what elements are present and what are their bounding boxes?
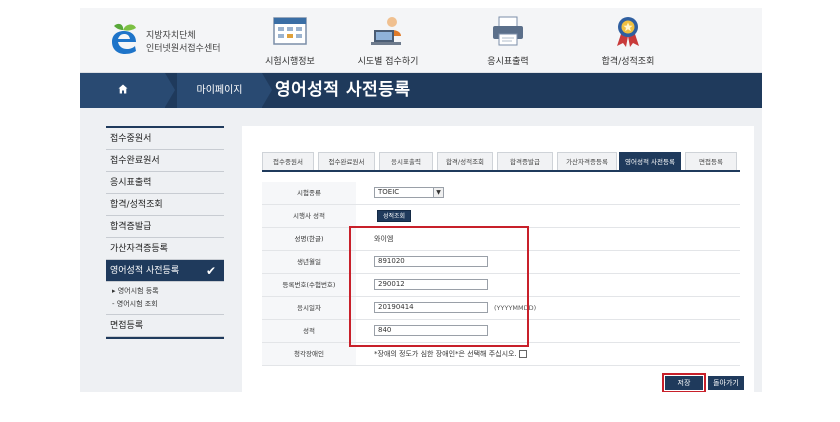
highlight-box [349,226,529,347]
exam-score-label: 시행사 성적 [262,205,356,227]
score-label: 성적 [262,320,356,342]
breadcrumb-separator [165,73,175,107]
regno-label: 등록번호(수험번호) [262,274,356,296]
site-header: 지방자치단체 인터넷원서접수센터 시험시행정보 시도별 접수하기 응시표출력 합… [80,8,762,73]
home-button[interactable] [80,73,165,108]
main-panel: 접수중원서 접수완료원서 응시표출력 합격/성적조회 합격증발급 가산자격증등록… [242,126,754,392]
nav-print-admission[interactable]: 응시표출력 [463,14,553,70]
sidebar-item-print-admission[interactable]: 응시표출력 [106,172,224,194]
name-label: 성명(한글) [262,228,356,250]
sidebar-item-english-score[interactable]: 영어성적 사전등록 ✔ [106,260,224,282]
testdate-label: 응시일자 [262,297,356,319]
breadcrumb-separator [262,73,272,107]
tab-bar: 접수중원서 접수완료원서 응시표출력 합격/성적조회 합격증발급 가산자격증등록… [262,152,740,170]
sidebar-item-results[interactable]: 합격/성적조회 [106,194,224,216]
app-frame: 지방자치단체 인터넷원서접수센터 시험시행정보 시도별 접수하기 응시표출력 합… [80,8,762,392]
tab-pending[interactable]: 접수중원서 [262,152,314,170]
save-button[interactable]: 저장 [665,376,703,390]
site-logo[interactable]: 지방자치단체 인터넷원서접수센터 [108,20,258,60]
row-exam-type: 시험종류 TOEIC ▼ [262,182,740,205]
sidebar-item-completed-applications[interactable]: 접수완료원서 [106,150,224,172]
exam-type-label: 시험종류 [262,182,356,204]
page-title: 영어성적 사전등록 [275,80,411,100]
nav-exam-info[interactable]: 시험시행정보 [245,14,335,70]
tab-certificate[interactable]: 합격증발급 [497,152,553,170]
check-icon: ✔ [205,264,216,278]
nav-label: 응시표출력 [487,57,529,67]
nav-results[interactable]: 합격/성적조회 [583,14,673,70]
sidebar-item-label: 영어성적 사전등록 [110,266,180,276]
birth-label: 생년월일 [262,251,356,273]
sidebar: 접수중원서 접수완료원서 응시표출력 합격/성적조회 합격증발급 가산자격증등록… [106,126,224,339]
breadcrumb-mypage[interactable]: 마이페이지 [177,73,262,108]
tab-print[interactable]: 응시표출력 [379,152,433,170]
chevron-down-icon: ▼ [433,188,443,197]
sidebar-item-interview[interactable]: 면접등록 [106,315,224,337]
printer-icon [493,16,523,46]
sidebar-item-bonus-license[interactable]: 가산자격증등록 [106,238,224,260]
logo-e-icon [112,23,136,54]
score-lookup-button[interactable]: 성적조회 [377,210,412,222]
calendar-icon [273,17,307,45]
disability-label: 청각장애인 [262,343,356,365]
back-button[interactable]: 돌아가기 [708,376,744,390]
row-exam-score: 시행사 성적 성적조회 [262,205,740,228]
title-bar: 마이페이지 영어성적 사전등록 [80,73,762,108]
tab-underline [262,170,740,172]
tab-interview[interactable]: 면접등록 [685,152,737,170]
nav-label: 시험시행정보 [265,57,315,67]
exam-type-value: TOEIC [378,188,400,196]
nav-apply-by-region[interactable]: 시도별 접수하기 [343,14,433,70]
tab-english-score[interactable]: 영어성적 사전등록 [619,152,681,170]
tab-results[interactable]: 합격/성적조회 [437,152,493,170]
sidebar-subitem-register[interactable]: ▸ 영어시험 등록 [106,285,224,298]
nav-label: 합격/성적조회 [601,57,655,67]
sidebar-item-certificate[interactable]: 합격증발급 [106,216,224,238]
person-laptop-icon [371,17,401,45]
logo-line2: 인터넷원서접수센터 [146,44,221,54]
disability-checkbox[interactable] [519,350,527,358]
medal-icon [617,17,639,47]
nav-label: 시도별 접수하기 [357,57,419,67]
sidebar-item-pending-applications[interactable]: 접수중원서 [106,128,224,150]
tab-bonus-license[interactable]: 가산자격증등록 [557,152,617,170]
logo-line1: 지방자치단체 [146,31,196,41]
sidebar-sublist: ▸ 영어시험 등록 - 영어시험 조회 [106,282,224,315]
sidebar-bottom-rule [106,337,224,339]
sidebar-subitem-lookup[interactable]: - 영어시험 조회 [106,298,224,311]
tab-completed[interactable]: 접수완료원서 [318,152,375,170]
exam-type-select[interactable]: TOEIC ▼ [374,187,444,198]
home-icon [118,84,128,94]
